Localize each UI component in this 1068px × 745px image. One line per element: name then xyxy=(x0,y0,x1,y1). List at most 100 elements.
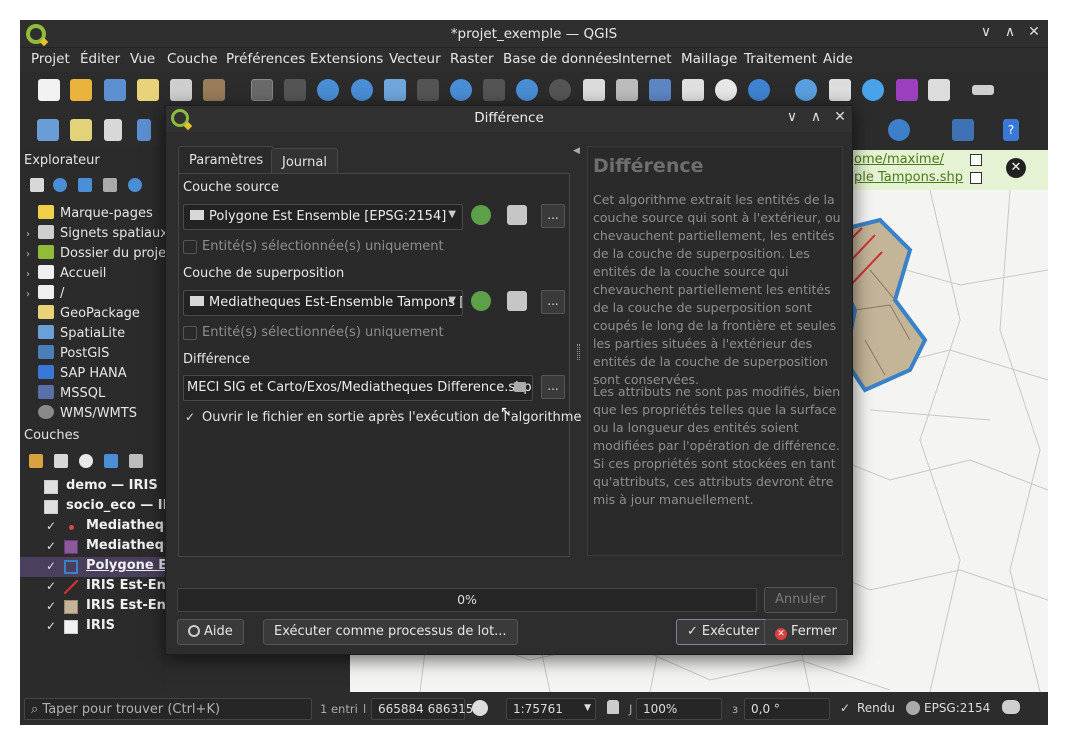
expand-arrow-icon[interactable]: › xyxy=(26,289,38,300)
tab-parametres[interactable]: Paramètres xyxy=(178,146,275,174)
explorer-item-accueil[interactable]: › Accueil xyxy=(26,265,106,285)
clock-icon[interactable] xyxy=(715,79,737,101)
processing-toolbox-icon[interactable] xyxy=(862,79,884,101)
style-manager-icon[interactable] xyxy=(203,79,225,101)
dialog-close-button[interactable]: ✕ xyxy=(830,109,850,125)
collapse-help-arrow-icon[interactable]: ◀ xyxy=(573,146,580,156)
refresh-icon[interactable] xyxy=(748,79,770,101)
layer-row[interactable]: ✓ IRIS xyxy=(20,617,166,637)
style-layer-icon[interactable] xyxy=(29,454,43,468)
visibility-eye-icon[interactable] xyxy=(79,454,93,468)
menu-raster[interactable]: Raster xyxy=(450,51,494,67)
zoom-next-icon[interactable] xyxy=(549,79,571,101)
layer-visibility-checkbox[interactable]: ✓ xyxy=(46,599,56,613)
menu-extensions[interactable]: Extensions xyxy=(310,51,383,67)
clear-input-icon[interactable] xyxy=(514,382,526,392)
explorer-item-root[interactable]: › / xyxy=(26,285,64,305)
menu-internet[interactable]: Internet xyxy=(618,51,672,67)
menu-preferences[interactable]: Préférences xyxy=(226,51,305,67)
source-browse-button[interactable]: ... xyxy=(541,204,565,228)
layer-row[interactable]: socio_eco — IRI xyxy=(20,497,177,517)
collapse-all-icon[interactable] xyxy=(103,178,117,192)
layer-visibility-checkbox[interactable]: ✓ xyxy=(46,539,56,553)
help-button[interactable]: Aide xyxy=(177,619,244,645)
checkbox-icon[interactable] xyxy=(970,154,982,166)
output-path-input[interactable]: MECI SIG et Carto/Exos/Mediatheques Diff… xyxy=(183,375,533,401)
open-project-icon[interactable] xyxy=(70,79,92,101)
menu-editer[interactable]: Éditer xyxy=(80,51,120,67)
new-project-icon[interactable] xyxy=(38,79,60,101)
explorer-item-marque-pages[interactable]: Marque-pages xyxy=(26,205,153,225)
render-checkbox[interactable]: ✓ xyxy=(840,701,850,715)
layer-visibility-checkbox[interactable]: ✓ xyxy=(46,619,56,633)
filter-legend-icon[interactable] xyxy=(104,454,118,468)
filter-explorer-icon[interactable] xyxy=(78,178,92,192)
metasearch-icon[interactable] xyxy=(888,119,910,141)
locator-search-input[interactable]: ⌕ Taper pour trouver (Ctrl+K) xyxy=(24,698,312,720)
identify-icon[interactable] xyxy=(795,79,817,101)
layer-row[interactable]: ✓ IRIS Est-Ense xyxy=(20,577,183,597)
expand-arrow-icon[interactable]: › xyxy=(26,249,38,260)
zoom-in-icon[interactable] xyxy=(317,79,339,101)
show-bookmarks-icon[interactable] xyxy=(682,79,704,101)
help-contents-icon[interactable]: ? xyxy=(1003,119,1019,141)
explorer-item-postgis[interactable]: PostGIS xyxy=(26,345,109,365)
wrench-settings-icon[interactable] xyxy=(507,205,527,225)
zoom-to-layer-icon[interactable] xyxy=(450,79,472,101)
add-layer-icon[interactable] xyxy=(30,178,44,192)
output-browse-button[interactable]: ... xyxy=(541,375,565,399)
maximize-button[interactable]: ∧ xyxy=(1000,24,1020,40)
data-source-manager-icon[interactable] xyxy=(37,119,59,141)
minimize-button[interactable]: ∨ xyxy=(976,24,996,40)
attribute-table-icon[interactable] xyxy=(829,79,851,101)
magnifier-spinbox[interactable]: 100% xyxy=(636,698,722,720)
zoom-to-selection-icon[interactable] xyxy=(417,79,439,101)
menu-maillage[interactable]: Maillage xyxy=(681,51,737,67)
checkbox-icon[interactable] xyxy=(970,172,982,184)
layer-visibility-checkbox[interactable]: ✓ xyxy=(46,519,56,533)
refresh-explorer-icon[interactable] xyxy=(53,178,67,192)
menu-vecteur[interactable]: Vecteur xyxy=(389,51,441,67)
run-button[interactable]: ✓ Exécuter xyxy=(676,619,771,645)
iterate-icon[interactable] xyxy=(471,205,491,225)
add-group-icon[interactable] xyxy=(54,454,68,468)
layer-visibility-checkbox[interactable]: ✓ xyxy=(46,559,56,573)
layer-row-selected[interactable]: ✓ Polygone Est xyxy=(20,557,181,577)
lock-scale-icon[interactable] xyxy=(607,700,619,714)
pan-to-selection-icon[interactable] xyxy=(284,79,306,101)
menu-traitement[interactable]: Traitement xyxy=(744,51,817,67)
coordinate-field[interactable]: 665884 6863151 xyxy=(371,698,481,720)
save-project-icon[interactable] xyxy=(104,79,126,101)
pan-hand-icon[interactable] xyxy=(251,79,273,101)
layer-row[interactable]: ✓ Mediatheque xyxy=(20,537,182,557)
zoom-native-icon[interactable] xyxy=(483,79,505,101)
selected-only-checkbox[interactable] xyxy=(183,240,197,254)
menu-couche[interactable]: Couche xyxy=(167,51,218,67)
wrench-settings-icon[interactable] xyxy=(507,291,527,311)
layer-row[interactable]: ✓ Mediatheque xyxy=(20,517,182,537)
open-after-checkbox[interactable]: ✓ xyxy=(185,410,195,424)
explorer-item-signets[interactable]: › Signets spatiaux xyxy=(26,225,168,245)
layer-row[interactable]: ✓ IRIS Est-Ense xyxy=(20,597,183,617)
zoom-last-icon[interactable] xyxy=(516,79,538,101)
layer-row[interactable]: demo — IRIS xyxy=(20,477,166,497)
rotation-spinbox[interactable]: 0,0 ° xyxy=(744,698,830,720)
menu-aide[interactable]: Aide xyxy=(823,51,853,67)
messages-icon[interactable] xyxy=(1002,700,1020,714)
new-print-layout-icon[interactable] xyxy=(137,79,159,101)
selected-only-checkbox-2[interactable] xyxy=(183,326,197,340)
digitize-icon[interactable] xyxy=(137,119,151,141)
close-button[interactable]: ✕ Fermer xyxy=(764,619,848,645)
cancel-button[interactable]: Annuler xyxy=(764,587,837,613)
explorer-item-spatialite[interactable]: SpatiaLite xyxy=(26,325,125,345)
new-3d-view-icon[interactable] xyxy=(616,79,638,101)
iterate-icon[interactable] xyxy=(471,291,491,311)
python-console-icon[interactable] xyxy=(952,119,974,141)
new-map-view-icon[interactable] xyxy=(583,79,605,101)
overlay-layer-combo[interactable]: Mediatheques Est-Ensemble Tampons [▼ xyxy=(183,290,463,316)
toggle-extents-icon[interactable] xyxy=(472,700,488,716)
explorer-item-sap-hana[interactable]: SAP HANA xyxy=(26,365,127,385)
layout-manager-icon[interactable] xyxy=(170,79,192,101)
close-window-button[interactable]: ✕ xyxy=(1024,24,1044,40)
batch-process-button[interactable]: Exécuter comme processus de lot... xyxy=(263,619,518,645)
